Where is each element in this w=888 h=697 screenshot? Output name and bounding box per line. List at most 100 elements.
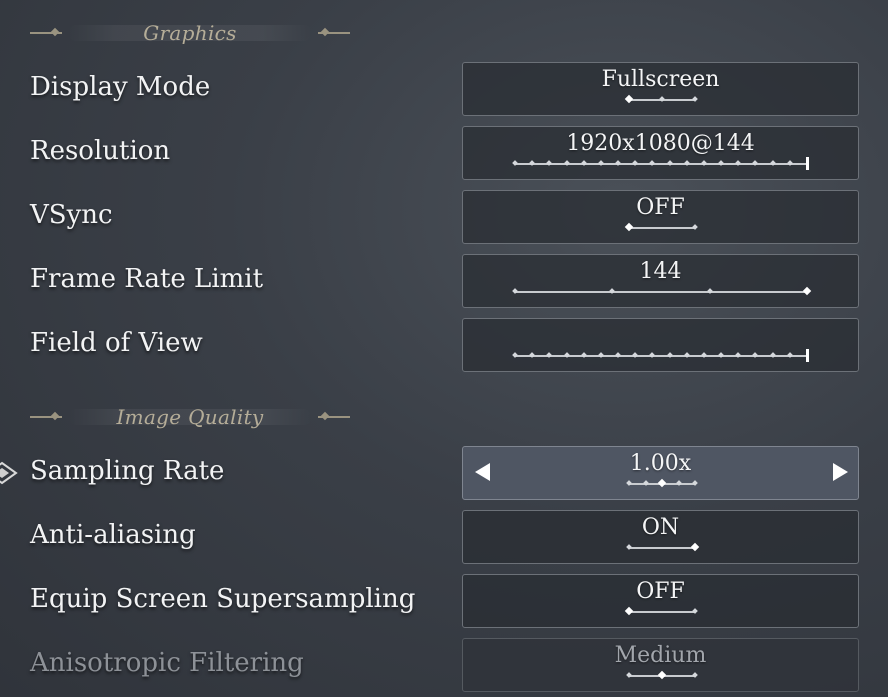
resolution-selector[interactable]: 1920x1080@144 <box>462 126 859 180</box>
option-tick <box>615 160 621 166</box>
label-vsync: VSync <box>30 200 113 230</box>
option-tick <box>598 160 604 166</box>
right-arrow-icon[interactable] <box>833 463 848 481</box>
option-tick <box>529 352 536 358</box>
option-tick <box>642 480 649 486</box>
option-track <box>624 94 698 104</box>
option-tick <box>632 352 639 358</box>
selected-option-marker <box>690 542 700 552</box>
option-tick <box>769 352 776 358</box>
label-display-mode: Display Mode <box>30 72 211 102</box>
option-tick <box>683 352 690 358</box>
option-tick <box>580 160 587 166</box>
option-tick <box>735 352 742 358</box>
selected-option-marker <box>624 222 634 232</box>
option-tick <box>752 352 759 358</box>
option-tick <box>692 608 698 614</box>
option-tick <box>609 288 616 294</box>
option-tick <box>626 480 632 486</box>
option-tick <box>706 288 713 294</box>
option-tick <box>692 224 698 230</box>
equip-screen-supersampling-selector[interactable]: OFF <box>462 574 859 628</box>
option-tick <box>615 352 621 358</box>
label-equip-screen-supersampling: Equip Screen Supersampling <box>30 584 416 614</box>
option-tick <box>666 352 673 358</box>
equip-screen-supersampling-value: OFF <box>636 579 685 604</box>
option-tick <box>786 160 793 166</box>
section-title: Image Quality <box>116 405 264 429</box>
option-tick <box>580 352 587 358</box>
label-sampling-rate: Sampling Rate <box>30 456 225 486</box>
field-of-view-selector[interactable] <box>462 318 859 372</box>
anti-aliasing-value: ON <box>641 515 680 540</box>
option-tick <box>752 160 759 166</box>
anti-aliasing-selector[interactable]: ON <box>462 510 859 564</box>
option-tick <box>692 480 698 486</box>
option-track <box>626 670 698 680</box>
option-tick <box>649 352 656 358</box>
option-tick <box>546 352 553 358</box>
vsync-selector[interactable]: OFF <box>462 190 859 244</box>
option-tick <box>718 352 724 358</box>
selected-option-marker <box>802 286 812 296</box>
option-track <box>512 157 809 170</box>
option-tick <box>666 160 673 166</box>
option-tick <box>598 352 604 358</box>
option-tick <box>529 160 536 166</box>
option-tick <box>512 352 518 358</box>
ornament-left-icon <box>30 416 62 418</box>
option-tick <box>692 96 698 102</box>
option-tick <box>735 160 742 166</box>
frame-rate-limit-value: 144 <box>639 259 682 284</box>
option-tick <box>546 160 553 166</box>
section-header-image-quality: Image Quality <box>30 405 350 429</box>
anisotropic-filtering-value: Medium <box>614 643 707 668</box>
vsync-value: OFF <box>636 195 685 220</box>
option-tick <box>659 96 665 102</box>
sampling-rate-value: 1.00x <box>629 451 692 476</box>
selected-option-marker <box>657 478 667 488</box>
resolution-value: 1920x1080@144 <box>566 131 755 156</box>
display-mode-value: Fullscreen <box>601 67 720 92</box>
ornament-left-icon <box>30 32 62 34</box>
ornament-right-icon <box>318 32 350 34</box>
label-frame-rate-limit: Frame Rate Limit <box>30 264 264 294</box>
ornament-right-icon <box>318 416 350 418</box>
option-tick <box>626 544 632 550</box>
anisotropic-filtering-selector[interactable]: Medium <box>462 638 859 692</box>
selected-option-marker <box>624 606 634 616</box>
option-tick <box>718 160 724 166</box>
selected-option-marker <box>624 94 634 104</box>
selected-option-marker <box>657 670 667 680</box>
option-tick <box>512 160 518 166</box>
option-tick <box>675 480 682 486</box>
option-track <box>626 478 698 488</box>
display-mode-selector[interactable]: Fullscreen <box>462 62 859 116</box>
option-tick <box>649 160 656 166</box>
option-track <box>626 542 700 552</box>
option-track <box>512 286 812 296</box>
option-track <box>512 349 809 362</box>
section-header-graphics: Graphics <box>30 21 350 45</box>
option-tick <box>692 672 698 678</box>
option-tick <box>563 352 570 358</box>
sampling-rate-selector[interactable]: 1.00x <box>462 446 859 500</box>
label-anisotropic-filtering: Anisotropic Filtering <box>30 648 304 678</box>
label-anti-aliasing: Anti-aliasing <box>30 520 196 550</box>
option-tick <box>563 160 570 166</box>
selected-option-marker <box>805 349 809 362</box>
option-tick <box>512 288 518 294</box>
diamond-pointer-icon <box>0 461 18 485</box>
option-tick <box>683 160 690 166</box>
option-tick <box>769 160 776 166</box>
section-title: Graphics <box>143 21 237 45</box>
frame-rate-limit-selector[interactable]: 144 <box>462 254 859 308</box>
option-tick <box>701 352 707 358</box>
option-tick <box>701 160 707 166</box>
option-track <box>624 222 698 232</box>
option-tick <box>626 672 632 678</box>
selected-option-marker <box>805 157 809 170</box>
option-track <box>624 606 698 616</box>
label-resolution: Resolution <box>30 136 171 166</box>
option-tick <box>632 160 639 166</box>
